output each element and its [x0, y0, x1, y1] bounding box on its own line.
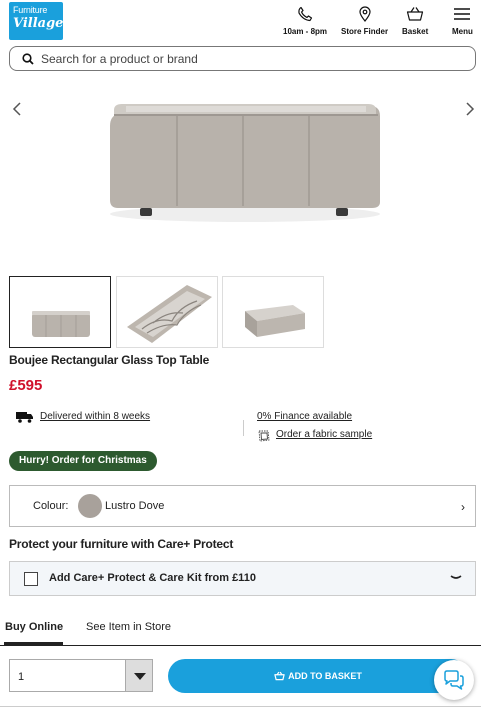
- gallery-thumbnail[interactable]: [222, 276, 324, 348]
- basket-icon: [407, 7, 424, 21]
- site-header: Furniture Village 10am - 8pm Store Finde…: [0, 0, 481, 42]
- promo-badge: Hurry! Order for Christmas: [9, 451, 157, 471]
- hamburger-icon: [454, 8, 471, 20]
- location-pin-icon: [358, 6, 371, 22]
- tab-buy-online[interactable]: Buy Online: [5, 621, 63, 633]
- search-icon: [22, 53, 34, 65]
- phone-icon: [298, 6, 313, 22]
- care-protect-option[interactable]: Add Care+ Protect & Care Kit from £110: [9, 561, 476, 596]
- delivery-info-link[interactable]: Delivered within 8 weeks: [40, 411, 150, 422]
- gallery-thumbnail[interactable]: [116, 276, 218, 348]
- chat-button[interactable]: [434, 660, 474, 700]
- add-to-basket-label: ADD TO BASKET: [288, 671, 362, 681]
- menu-button[interactable]: Menu: [452, 6, 473, 36]
- quantity-select[interactable]: 1: [9, 659, 153, 692]
- colour-label: Colour:: [33, 500, 69, 512]
- thumbnail-image: [127, 285, 212, 343]
- active-tab-indicator: [4, 642, 63, 645]
- product-title: Boujee Rectangular Glass Top Table: [9, 353, 210, 367]
- fabric-swatch-icon: [258, 430, 270, 442]
- colour-swatch: [78, 494, 102, 518]
- fabric-sample-link[interactable]: Order a fabric sample: [276, 429, 372, 440]
- gallery-prev-icon[interactable]: [9, 100, 27, 118]
- opening-hours-link[interactable]: 10am - 8pm: [283, 6, 327, 36]
- search-bar[interactable]: [9, 46, 476, 71]
- gallery-thumbnail[interactable]: [9, 276, 111, 348]
- care-protect-heading: Protect your furniture with Care+ Protec…: [9, 537, 234, 551]
- thumbnail-image: [245, 305, 305, 337]
- product-main-image: [110, 104, 380, 222]
- chevron-right-icon: ›: [461, 500, 465, 514]
- colour-value: Lustro Dove: [105, 500, 165, 512]
- basket-icon: [274, 671, 285, 681]
- colour-selector[interactable]: Colour: Lustro Dove ›: [9, 485, 476, 527]
- product-price: £595: [9, 377, 43, 394]
- search-input[interactable]: [41, 50, 461, 68]
- care-protect-checkbox[interactable]: [24, 572, 38, 586]
- chevron-down-icon[interactable]: [125, 660, 152, 691]
- basket-link[interactable]: Basket: [402, 6, 428, 36]
- gallery-next-icon[interactable]: [460, 100, 478, 118]
- finance-link[interactable]: 0% Finance available: [257, 411, 352, 422]
- purchase-tabs: Buy Online See Item in Store: [0, 618, 481, 646]
- add-to-basket-button[interactable]: ADD TO BASKET: [168, 659, 468, 693]
- chevron-down-icon[interactable]: [449, 570, 463, 584]
- chat-bubbles-icon: [444, 670, 464, 690]
- tab-see-in-store[interactable]: See Item in Store: [86, 621, 171, 633]
- furniture-village-logo[interactable]: Furniture Village: [9, 2, 63, 40]
- info-divider: [243, 420, 244, 436]
- delivery-truck-icon: [16, 412, 33, 423]
- quantity-value: 1: [18, 671, 25, 683]
- bottom-divider: [0, 706, 481, 707]
- store-finder-link[interactable]: Store Finder: [341, 6, 388, 36]
- thumbnail-image: [32, 311, 90, 337]
- care-protect-label: Add Care+ Protect & Care Kit from £110: [49, 572, 256, 584]
